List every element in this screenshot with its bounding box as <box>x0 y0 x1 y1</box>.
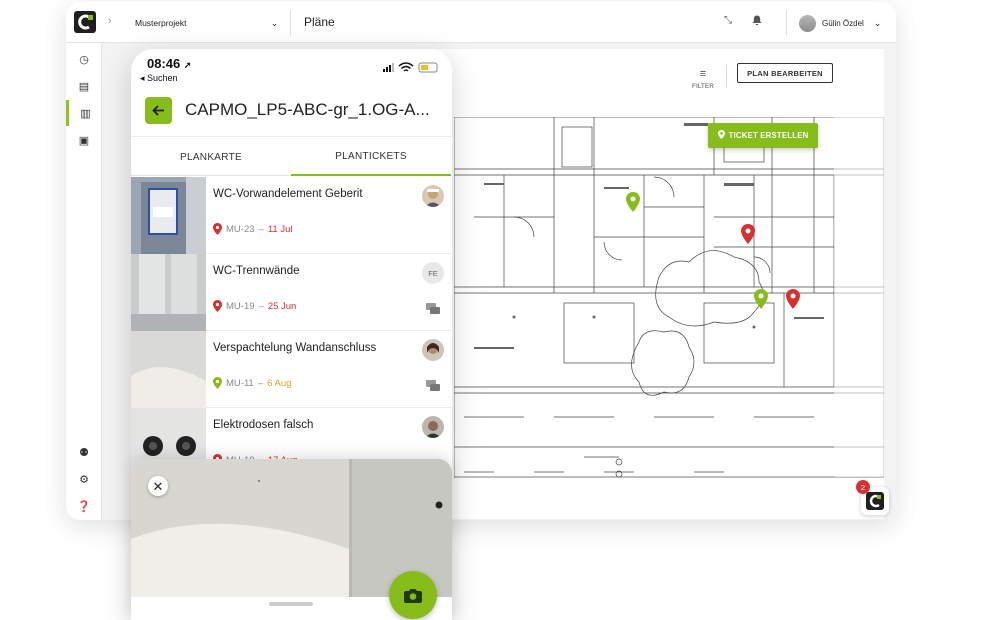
tab-plantickets[interactable]: PLANTICKETS <box>291 138 451 176</box>
separator-dash: – <box>258 223 264 235</box>
location-pin-icon <box>213 377 222 389</box>
users-icon[interactable]: ⚉ <box>66 439 102 465</box>
divider <box>726 65 727 87</box>
ticket-meta: MU-23 – 11 Jul <box>213 223 292 235</box>
list-item[interactable]: WC-Trennwände MU-19 – 25 Jun FE <box>131 254 452 331</box>
arrow-left-icon <box>152 105 164 116</box>
status-back-link[interactable]: ◂ Suchen <box>140 73 178 84</box>
edit-plan-button[interactable]: PLAN BEARBEITEN <box>737 63 833 83</box>
ticket-title: WC-Vorwandelement Geberit <box>213 188 363 200</box>
camera-icon <box>404 588 422 603</box>
ticket-id: MU-19 <box>226 300 255 312</box>
create-ticket-label: TICKET ERSTELLEN <box>728 131 809 140</box>
ticket-title: Verspachtelung Wandanschluss <box>213 342 377 354</box>
status-time: 08:46 ➚ <box>147 56 191 71</box>
plan-title: CAPMO_LP5-ABC-gr_1.OG-A... <box>185 100 430 119</box>
ticket-pin-green[interactable] <box>626 192 640 212</box>
collapse-icon[interactable]: ⤡ <box>724 15 732 26</box>
user-menu[interactable]: Gülin Özdel ⌄ <box>786 10 890 36</box>
location-pin-icon <box>213 223 222 235</box>
camera-shutter-button[interactable] <box>389 571 437 619</box>
filter-icon: ≡ <box>699 68 707 80</box>
project-name: Musterprojekt <box>135 18 187 28</box>
sidebar: ◷ ▤ ▥ ▣ ⚉ ⚙ ❓ <box>66 43 102 520</box>
avatar <box>422 416 444 438</box>
ticket-due-date: 11 Jul <box>267 223 293 235</box>
screenshot-stage: › Musterprojekt ⌄ Pläne ⤡ Gülin Özdel ⌄ … <box>0 0 992 620</box>
filter-label: FILTER <box>692 83 714 91</box>
help-icon[interactable]: ❓ <box>66 493 102 519</box>
ticket-due-date: 25 Jun <box>267 300 297 312</box>
capmo-logo[interactable] <box>74 11 96 33</box>
clipboard-icon[interactable]: ▤ <box>66 73 102 99</box>
filter-button[interactable]: ≡ FILTER <box>692 67 714 91</box>
ticket-photo <box>131 331 206 408</box>
ticket-pin-red[interactable] <box>741 224 755 244</box>
ticket-list: WC-Vorwandelement Geberit MU-23 – 11 Jul… <box>131 177 452 485</box>
avatar <box>422 339 444 361</box>
calendar-icon[interactable]: ▣ <box>66 127 102 153</box>
notification-badge: 2 <box>856 480 870 494</box>
floor-plan-drawing[interactable] <box>454 117 884 517</box>
ticket-meta: MU-19 – 25 Jun <box>213 300 296 312</box>
chevron-down-icon: ⌄ <box>270 17 278 28</box>
ticket-title: WC-Trennwände <box>213 265 300 277</box>
ticket-photo <box>131 177 206 254</box>
home-indicator <box>269 602 313 606</box>
location-pin-icon <box>213 300 222 312</box>
project-select[interactable]: Musterprojekt ⌄ <box>123 10 291 36</box>
chevron-right-icon: › <box>108 15 112 27</box>
ticket-pin-red[interactable] <box>786 289 800 309</box>
map-icon[interactable]: ▥ <box>66 100 102 126</box>
page-title: Pläne <box>304 15 335 29</box>
back-button[interactable] <box>145 97 172 124</box>
ticket-title: Elektrodosen falsch <box>213 419 314 431</box>
ticket-id: MU-11 <box>226 377 254 389</box>
phone-tabs: PLANKARTE PLANTICKETS <box>131 138 452 176</box>
top-bar: › Musterprojekt ⌄ Pläne ⤡ Gülin Özdel ⌄ <box>66 2 896 43</box>
close-icon: ✕ <box>152 478 164 494</box>
close-button[interactable]: ✕ <box>148 476 168 496</box>
dashboard-icon[interactable]: ◷ <box>66 46 102 72</box>
chat-icon <box>426 303 440 314</box>
ticket-id: MU-23 <box>226 223 255 235</box>
create-ticket-button[interactable]: TICKET ERSTELLEN <box>708 123 818 148</box>
list-item[interactable]: WC-Vorwandelement Geberit MU-23 – 11 Jul <box>131 177 452 254</box>
user-name: Gülin Özdel <box>822 18 864 28</box>
phone-header: CAPMO_LP5-ABC-gr_1.OG-A... <box>131 89 452 137</box>
avatar <box>799 14 816 32</box>
ticket-due-date: 6 Aug <box>267 377 292 389</box>
location-pin-icon <box>717 130 725 141</box>
ticket-meta: MU-11 – 6 Aug <box>213 377 291 389</box>
list-item[interactable]: Verspachtelung Wandanschluss MU-11 – 6 A… <box>131 331 452 408</box>
tab-plankarte[interactable]: PLANKARTE <box>131 138 291 176</box>
gear-icon[interactable]: ⚙ <box>66 466 102 492</box>
separator-dash: – <box>258 300 264 312</box>
avatar-initials: FE <box>422 262 444 284</box>
status-time-value: 08:46 <box>147 56 181 71</box>
avatar <box>422 185 444 207</box>
chat-icon <box>426 380 440 391</box>
separator-dash: – <box>257 377 264 389</box>
ticket-pin-green[interactable] <box>754 289 768 309</box>
chevron-down-icon: ⌄ <box>873 17 882 28</box>
bell-icon[interactable] <box>752 15 762 29</box>
location-arrow-icon: ➚ <box>183 60 192 70</box>
ticket-photo <box>131 254 206 331</box>
status-icons <box>383 62 438 73</box>
